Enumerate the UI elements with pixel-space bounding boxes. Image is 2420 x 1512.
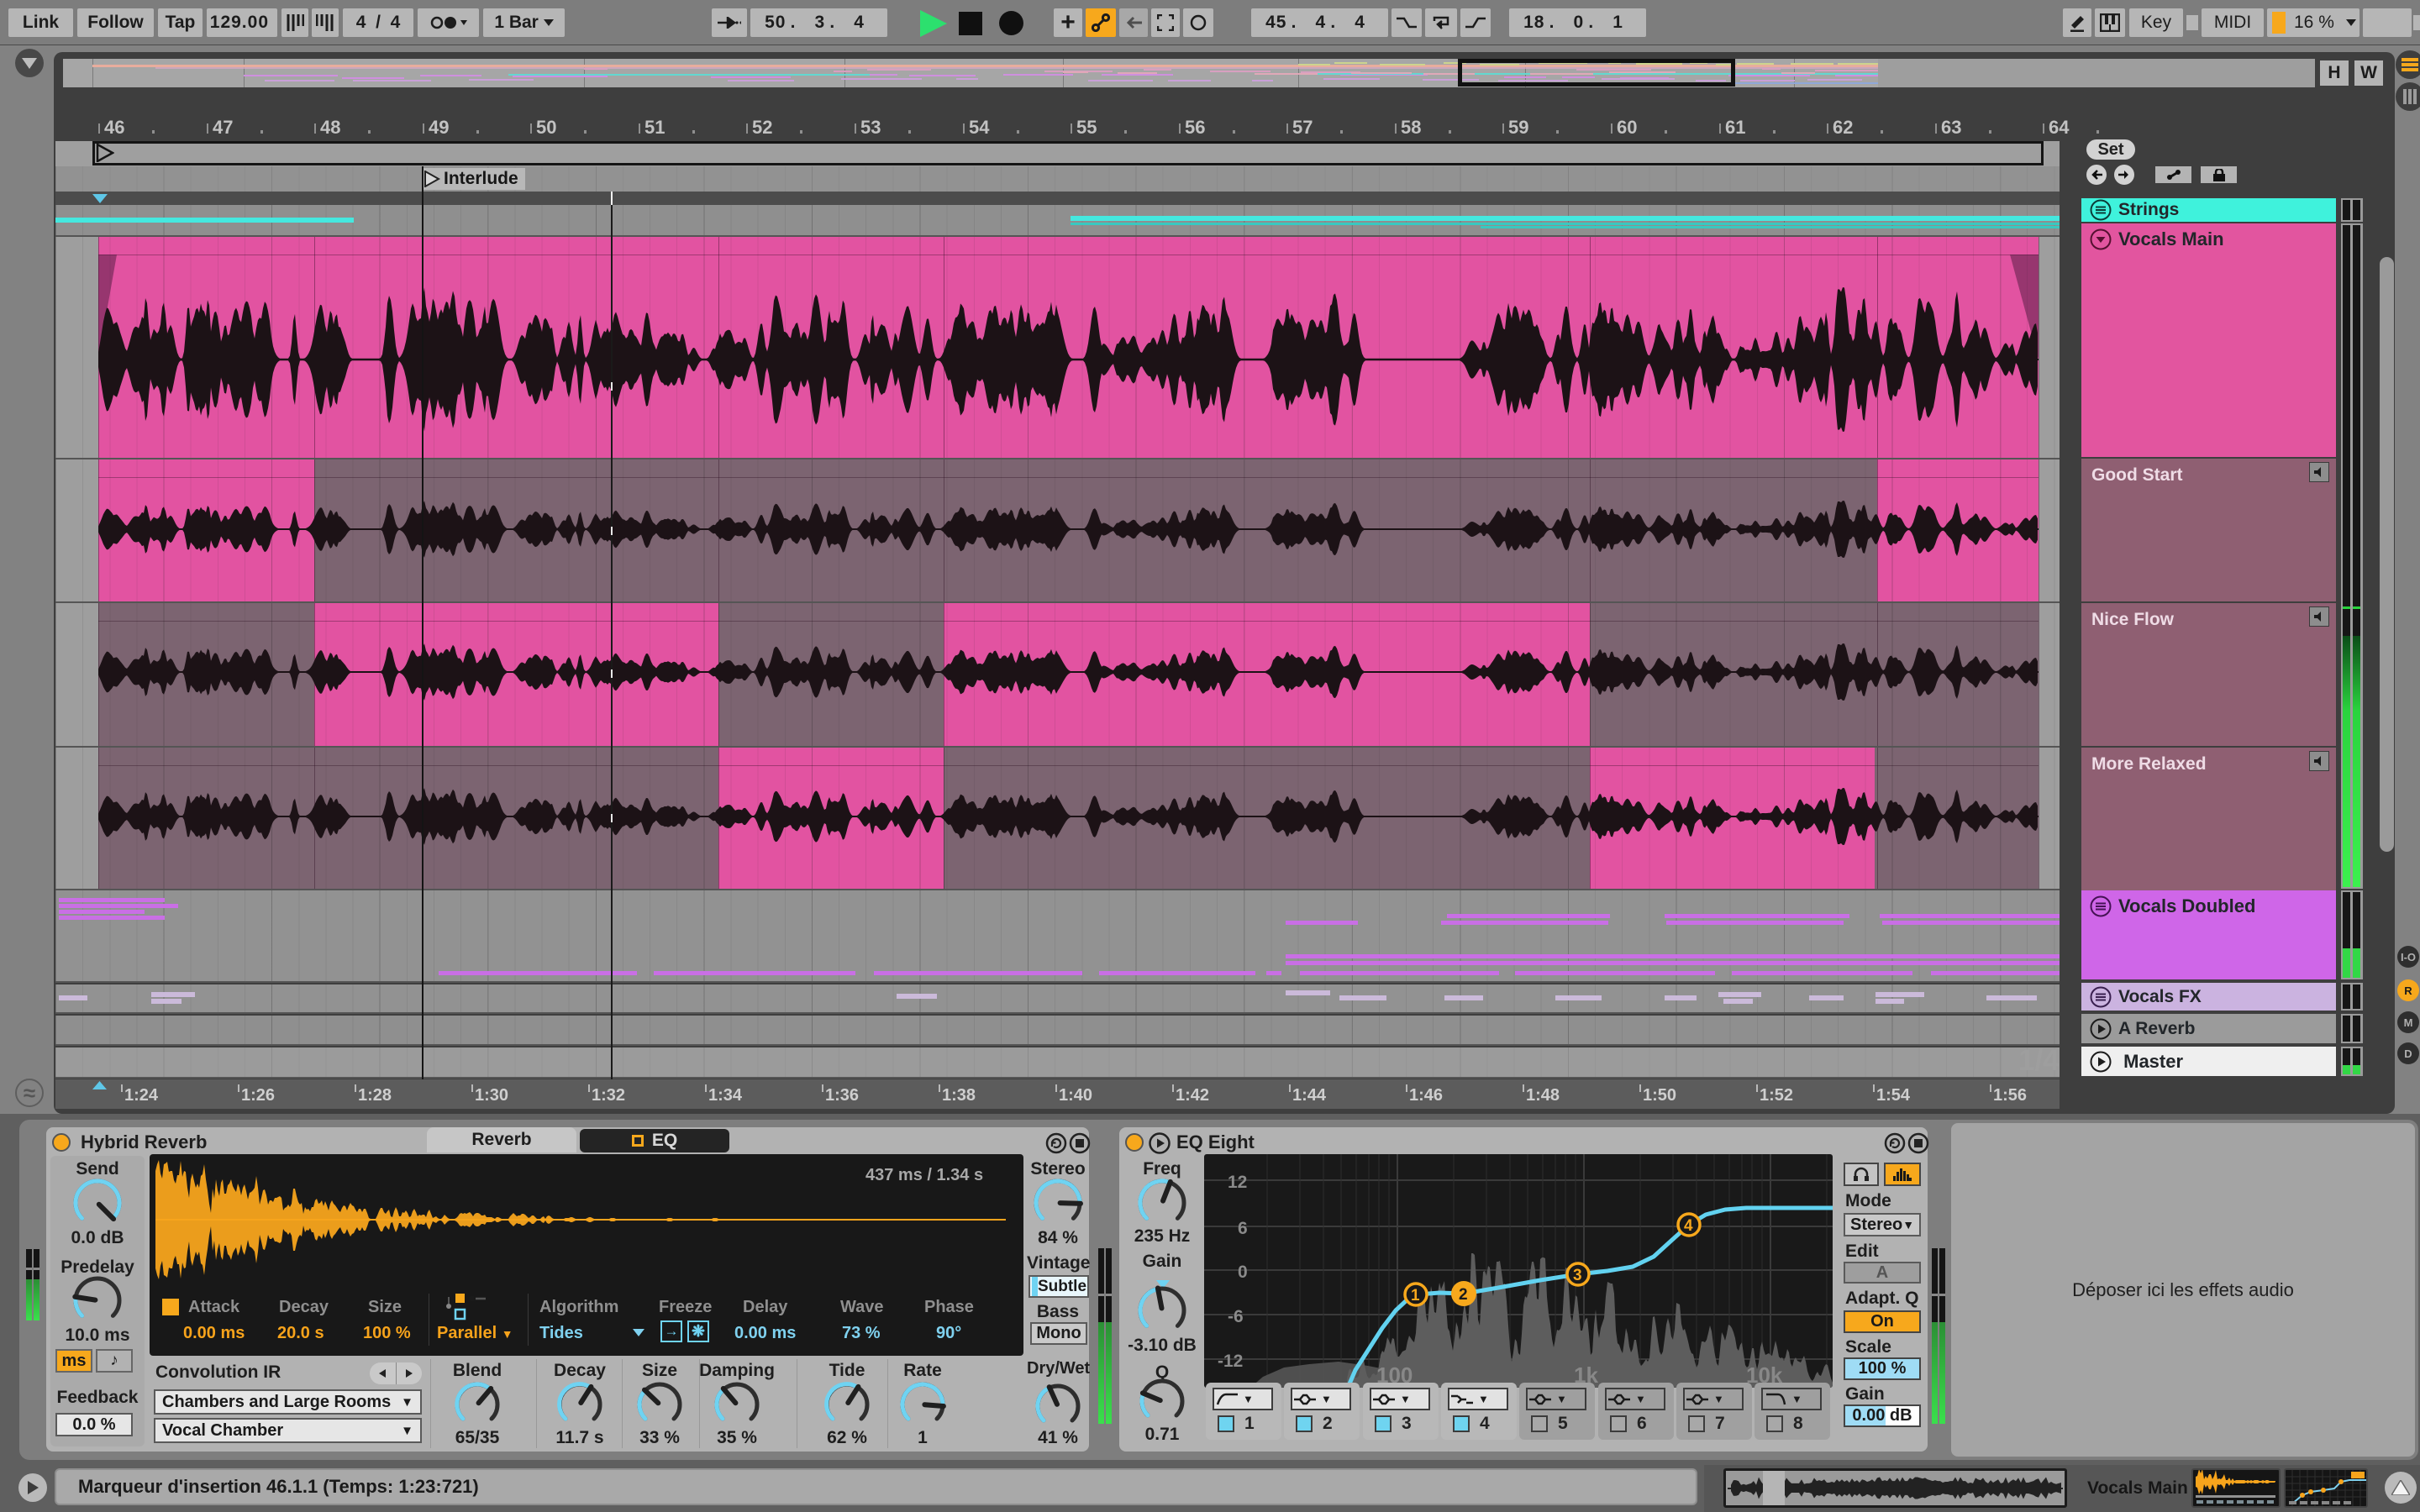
svg-text:2: 2 [1459, 1286, 1468, 1304]
svg-text:1: 1 [1411, 1287, 1420, 1305]
svg-text:-12: -12 [1218, 1352, 1243, 1371]
svg-text:3: 3 [1573, 1267, 1582, 1284]
svg-text:6: 6 [1238, 1219, 1248, 1238]
svg-text:4: 4 [1684, 1217, 1693, 1235]
svg-text:-6: -6 [1228, 1307, 1244, 1326]
svg-text:0: 0 [1238, 1263, 1248, 1282]
svg-text:12: 12 [1228, 1173, 1247, 1192]
